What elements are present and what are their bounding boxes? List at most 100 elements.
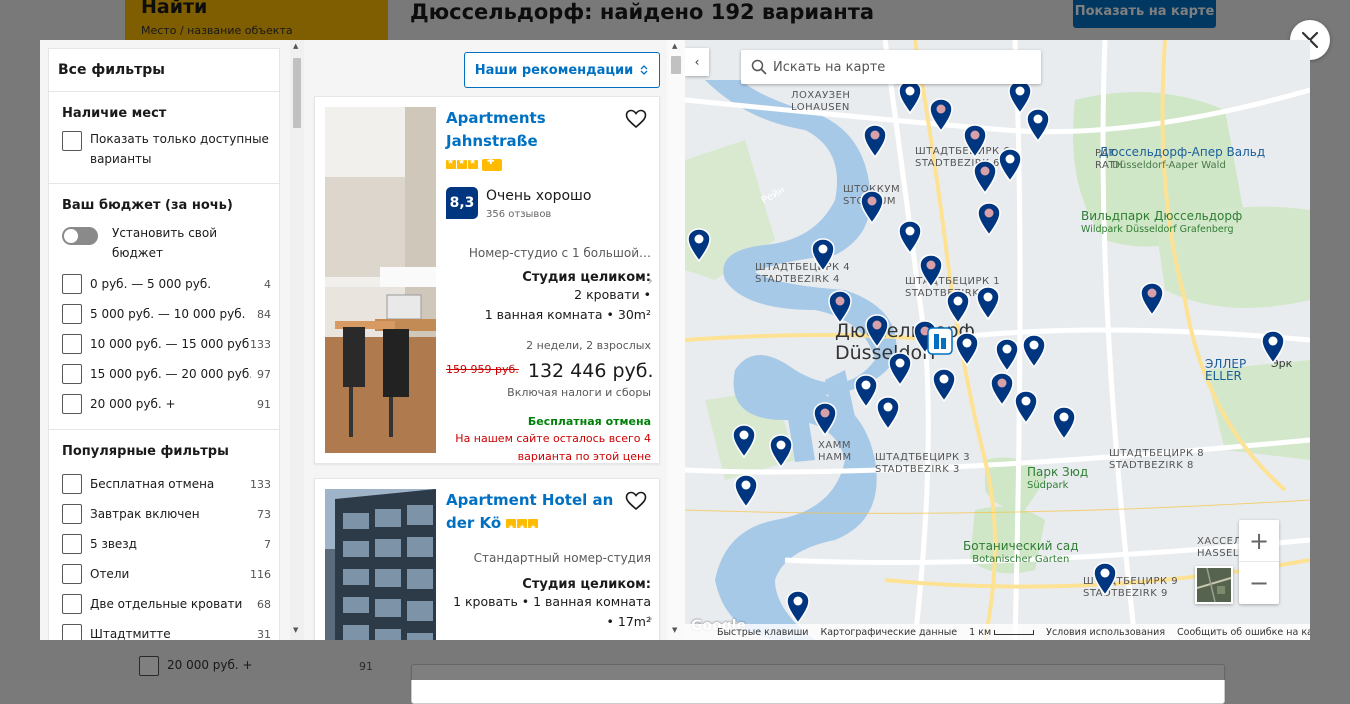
filter-option-popular[interactable]: Штадтмитте 31 xyxy=(49,619,279,640)
filters-panel: Все фильтры Наличие мест Показать только… xyxy=(40,40,290,640)
checkbox[interactable] xyxy=(62,474,82,494)
map-search-input[interactable]: Искать на карте xyxy=(773,60,885,75)
filter-option-popular[interactable]: Отели 116 xyxy=(49,559,279,589)
map-label-text: Ботанический сад xyxy=(963,539,1079,553)
zoom-out-button[interactable]: − xyxy=(1239,562,1279,604)
map-label-text: Südpark xyxy=(1027,480,1069,491)
filter-option-count: 68 xyxy=(257,597,271,611)
property-name-link[interactable]: Apartments Jahnstraße xyxy=(446,107,651,153)
map-label-text: Дюссельдорф-Апер Вальд xyxy=(1099,145,1266,159)
property-photo[interactable] xyxy=(325,489,436,640)
checkbox[interactable] xyxy=(62,534,82,554)
chevron-right-icon: › xyxy=(647,611,653,627)
filter-option-budget[interactable]: 5 000 руб. — 10 000 руб. 84 xyxy=(49,299,279,329)
property-name-link[interactable]: Apartment Hotel an der Kö xyxy=(446,489,651,539)
map-label-text: Düsseldorf xyxy=(835,342,937,364)
filter-group-popular: Популярные фильтры Бесплатная отмена 133… xyxy=(49,430,279,640)
map-search-box[interactable]: Искать на карте xyxy=(741,50,1041,84)
results-scrollbar[interactable]: ▲ ▼ xyxy=(667,40,685,640)
filter-option-available-only[interactable]: Показать только доступные варианты xyxy=(49,131,279,173)
map-label-botanical: Ботанический сад Botanischer Garten xyxy=(963,540,1079,566)
room-type: Номер-студио с 1 большой… xyxy=(468,246,651,260)
map-label-text: Вильдпарк Дюссельдорф xyxy=(1081,209,1243,223)
map-attribution-bar: Быстрые клавиши Картографические данные … xyxy=(685,624,1310,640)
property-card[interactable]: Apartment Hotel an der Kö Стандартный но… xyxy=(314,478,660,640)
scroll-up-arrow-icon[interactable]: ▲ xyxy=(672,42,677,50)
checkbox[interactable] xyxy=(62,624,82,640)
checkbox[interactable] xyxy=(62,131,82,151)
map-label-text: LOHAUSEN xyxy=(791,102,850,113)
terms-link[interactable]: Условия использования xyxy=(1046,627,1165,638)
star-icon xyxy=(468,157,478,169)
scroll-up-arrow-icon[interactable]: ▲ xyxy=(293,42,298,50)
map-label-text: ШТАДТБЕЦИРК 9 xyxy=(1083,576,1179,587)
filters-card: Все фильтры Наличие мест Показать только… xyxy=(48,48,280,640)
keyboard-shortcuts-link[interactable]: Быстрые клавиши xyxy=(717,627,808,638)
chevron-left-icon: ‹ xyxy=(694,55,700,69)
filter-option-budget[interactable]: 20 000 руб. + 91 xyxy=(49,389,279,419)
filter-option-popular[interactable]: Завтрак включен 73 xyxy=(49,499,279,529)
filters-scrollbar[interactable]: ▲ ▼ xyxy=(290,40,304,640)
filter-option-count: 97 xyxy=(257,367,271,381)
filter-option-popular[interactable]: Бесплатная отмена 133 xyxy=(49,469,279,499)
filter-option-budget[interactable]: 0 руб. — 5 000 руб. 4 xyxy=(49,269,279,299)
filter-option-label: Бесплатная отмена xyxy=(90,477,215,491)
scrollbar-thumb[interactable] xyxy=(293,58,301,128)
zoom-in-button[interactable]: + xyxy=(1239,520,1279,562)
map-label-text: ШТАДТБЕЦИРК 4 xyxy=(755,262,851,273)
save-favorite-button[interactable] xyxy=(625,491,647,515)
filter-option-budget[interactable]: 15 000 руб. — 20 000 руб. 97 xyxy=(49,359,279,389)
room-bath-size: 1 ванная комната • 30m² xyxy=(484,307,651,322)
collapse-map-button[interactable]: ‹ xyxy=(685,48,709,76)
review-count: 356 отзывов xyxy=(486,209,552,220)
map-label-district4: ШТАДТБЕЦИРК 4 STADTBEZIRK 4 xyxy=(755,262,850,286)
map-data-link[interactable]: Картографические данные xyxy=(820,627,957,638)
checkbox[interactable] xyxy=(62,564,82,584)
property-photo[interactable] xyxy=(325,107,436,453)
report-error-link[interactable]: Сообщить об ошибке на карте xyxy=(1177,627,1310,638)
filter-option-budget[interactable]: 10 000 руб. — 15 000 руб. 133 xyxy=(49,329,279,359)
map-label-text: ШТАДТБЕЦИРК 1 xyxy=(905,276,1001,287)
property-card[interactable]: Apartments Jahnstraße 8,3 Очень хорошо 3… xyxy=(314,96,660,464)
checkbox[interactable] xyxy=(62,274,82,294)
map-label-text: ЛОХАУЗЕН xyxy=(791,90,851,101)
custom-budget-toggle[interactable] xyxy=(62,227,98,245)
custom-budget-toggle-row[interactable]: Установить свой бюджет xyxy=(49,223,279,269)
satellite-layer-toggle[interactable] xyxy=(1195,566,1233,604)
building-photo-image xyxy=(325,489,436,640)
checkbox[interactable] xyxy=(62,364,82,384)
checkbox[interactable] xyxy=(62,334,82,354)
price-row: 159 959 руб. 132 446 руб. xyxy=(446,360,654,382)
map-label-text: ШТАДТБЕЦИРК 8 xyxy=(1109,448,1205,459)
checkbox[interactable] xyxy=(62,304,82,324)
filter-option-popular[interactable]: Две отдельные кровати 68 xyxy=(49,589,279,619)
map-view[interactable]: ЛОХАУЗЕН LOHAUSEN ШТАДТБЕЦИРК 6 STADTBEZIR… xyxy=(685,40,1310,640)
checkbox[interactable] xyxy=(62,394,82,414)
filter-option-label: Завтрак включен xyxy=(90,507,200,521)
save-favorite-button[interactable] xyxy=(625,109,647,133)
checkbox[interactable] xyxy=(62,504,82,524)
sort-dropdown-button[interactable]: Наши рекомендации xyxy=(464,52,660,88)
preferred-partner-icon xyxy=(482,157,502,171)
filter-option-label: 10 000 руб. — 15 000 руб. xyxy=(90,337,250,351)
review-score-row[interactable]: 8,3 Очень хорошо 356 отзывов xyxy=(446,187,651,220)
filters-title: Все фильтры xyxy=(49,49,279,92)
apartment-photo-image xyxy=(325,107,436,453)
scrollbar-thumb[interactable] xyxy=(671,56,681,74)
map-label-text: STADTBEZIRK 8 xyxy=(1109,460,1194,471)
map-label-south-park: Парк Зюд Südpark xyxy=(1027,466,1088,492)
map-scale-label: 1 км xyxy=(969,626,992,638)
checkbox[interactable] xyxy=(62,594,82,614)
map-label-erkrath: Эрк xyxy=(1271,357,1293,370)
filter-option-popular[interactable]: 5 звезд 7 xyxy=(49,529,279,559)
filter-group-title: Наличие мест xyxy=(62,106,167,121)
filter-option-label: 5 000 руб. — 10 000 руб. xyxy=(90,307,246,321)
room-size: • 17m² xyxy=(606,614,651,629)
map-label-text: STADTBEZIRK 4 xyxy=(755,274,840,285)
map-label-text: STADTBEZIRK 9 xyxy=(1083,588,1168,599)
map-label-text: Wildpark Düsseldorf Grafenberg xyxy=(1081,224,1234,235)
map-label-district8: ШТАДТБЕЦИРК 8 STADTBEZIRK 8 xyxy=(1109,448,1204,472)
zoom-controls: + − xyxy=(1239,520,1279,604)
scroll-down-arrow-icon[interactable]: ▼ xyxy=(293,626,298,634)
scroll-down-arrow-icon[interactable]: ▼ xyxy=(672,626,677,634)
